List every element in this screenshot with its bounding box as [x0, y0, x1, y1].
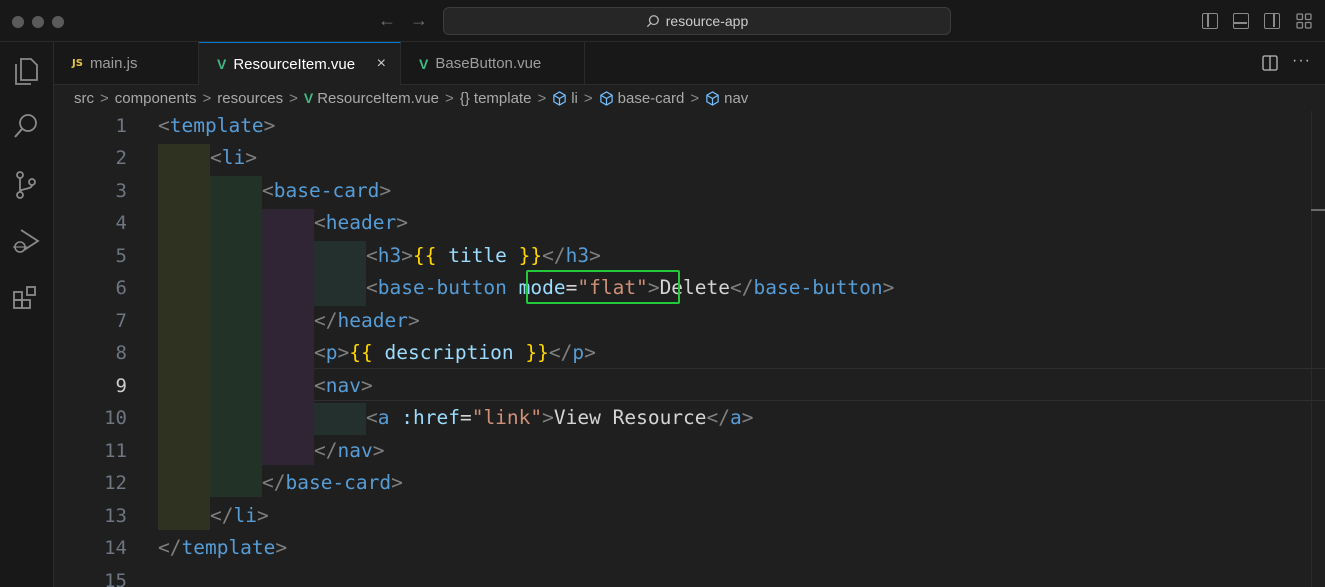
code-line: <li>: [210, 146, 257, 169]
breadcrumb-item-base-card[interactable]: base-card: [599, 89, 685, 107]
line-number: 10: [104, 407, 127, 429]
run-debug-icon[interactable]: [10, 225, 42, 257]
code-line: <template>: [158, 114, 276, 137]
tab-main-js[interactable]: JS main.js: [54, 42, 199, 85]
activity-bar: [0, 42, 54, 587]
close-tab-icon[interactable]: ×: [377, 55, 386, 73]
symbol-element-icon: [599, 90, 613, 106]
indent-guide-level-1: [158, 144, 210, 530]
breadcrumb-separator: >: [289, 89, 298, 107]
code-line: <header>: [314, 211, 408, 234]
line-number: 14: [104, 537, 127, 559]
line-number: 15: [104, 570, 127, 587]
editor-tab-bar: JS main.js V ResourceItem.vue × V BaseBu…: [54, 42, 1325, 85]
breadcrumb-item-file[interactable]: V ResourceItem.vue: [304, 90, 439, 107]
line-number: 6: [115, 277, 127, 299]
indent-guide-level-4: [314, 403, 366, 435]
vue-file-icon: V: [303, 90, 314, 106]
breadcrumb-separator: >: [583, 89, 593, 107]
line-number: 4: [115, 212, 127, 234]
line-number: 7: [115, 310, 127, 332]
indent-guide-level-2: [210, 176, 262, 497]
search-icon: [646, 15, 659, 28]
files-icon[interactable]: [10, 54, 42, 86]
source-control-icon[interactable]: [10, 169, 42, 201]
line-number: 1: [115, 115, 127, 137]
toggle-sidebar-icon[interactable]: [1202, 13, 1218, 29]
code-line: <base-card>: [262, 179, 392, 202]
breadcrumb-item-template[interactable]: {} template: [460, 90, 532, 107]
breadcrumb-item-components[interactable]: components: [115, 90, 197, 107]
title-bar: ← → resource-app: [0, 0, 1325, 42]
command-center-text: resource-app: [665, 13, 749, 29]
breadcrumb-separator: >: [537, 89, 547, 107]
tab-resourceitem-vue[interactable]: V ResourceItem.vue ×: [199, 42, 401, 85]
close-window-button[interactable]: [12, 16, 24, 28]
breadcrumb-item-src[interactable]: src: [74, 90, 94, 107]
search-icon[interactable]: [10, 110, 42, 142]
indent-guide-level-4: [314, 241, 366, 306]
breadcrumb-separator: >: [690, 89, 700, 107]
code-line: <a :href="link">View Resource</a>: [366, 406, 754, 429]
vertical-scrollbar[interactable]: [1311, 111, 1325, 587]
breadcrumb-li-label: li: [571, 89, 578, 107]
tab-label: ResourceItem.vue: [233, 55, 356, 73]
zoom-window-button[interactable]: [52, 16, 64, 28]
split-editor-icon[interactable]: [1262, 55, 1278, 71]
line-number: 8: [115, 342, 127, 364]
code-line: </li>: [210, 504, 269, 527]
code-line: <h3>{{ title }}</h3>: [366, 244, 601, 267]
forward-arrow-icon[interactable]: →: [410, 10, 428, 31]
vue-file-icon: V: [217, 56, 227, 72]
breadcrumb-separator: >: [444, 89, 454, 107]
line-number: 11: [104, 440, 127, 462]
line-number-current: 9: [115, 375, 127, 397]
attribute-highlight-box: [526, 270, 680, 304]
tab-basebutton-vue[interactable]: V BaseButton.vue: [401, 42, 585, 85]
breadcrumb-item-li[interactable]: li: [552, 90, 578, 107]
javascript-file-icon: JS: [72, 58, 83, 69]
scrollbar-marker: [1311, 209, 1325, 211]
breadcrumb-nav-label: nav: [724, 89, 749, 107]
breadcrumb-item-nav[interactable]: nav: [705, 90, 748, 107]
line-number: 5: [115, 245, 127, 267]
symbol-element-icon: [553, 90, 566, 106]
line-number-gutter: 1 2 3 4 5 6 7 8 9 10 11 12 13 14 15: [54, 111, 144, 587]
code-line: </template>: [158, 536, 288, 559]
minimize-window-button[interactable]: [32, 16, 44, 28]
breadcrumb-separator: >: [202, 89, 212, 107]
code-line: </base-card>: [262, 471, 403, 494]
symbol-element-icon: [706, 90, 719, 106]
line-number: 12: [104, 472, 127, 494]
line-number: 3: [115, 180, 127, 202]
breadcrumb-base-card-label: base-card: [617, 89, 685, 107]
code-line-current: <nav>: [314, 374, 373, 397]
tab-label: BaseButton.vue: [435, 55, 542, 72]
toggle-panel-icon[interactable]: [1233, 13, 1249, 29]
command-center-search[interactable]: resource-app: [443, 7, 951, 35]
code-area[interactable]: <template> <li> <base-card> <header> <h3…: [158, 111, 1318, 587]
line-number: 13: [104, 505, 127, 527]
code-line: </nav>: [314, 439, 385, 462]
code-editor[interactable]: 1 2 3 4 5 6 7 8 9 10 11 12 13 14 15 <tem…: [54, 111, 1325, 587]
breadcrumb-item-resources[interactable]: resources: [217, 90, 283, 107]
breadcrumb-file-label: ResourceItem.vue: [317, 89, 439, 107]
line-number: 2: [115, 147, 127, 169]
code-line: <p>{{ description }}</p>: [314, 341, 596, 364]
more-actions-icon[interactable]: ···: [1292, 52, 1311, 70]
code-line: </header>: [314, 309, 420, 332]
customize-layout-icon[interactable]: [1296, 13, 1312, 29]
toggle-secondary-sidebar-icon[interactable]: [1264, 13, 1280, 29]
tab-label: main.js: [89, 55, 138, 72]
vue-file-icon: V: [419, 55, 429, 72]
breadcrumb-separator: >: [100, 89, 109, 107]
back-arrow-icon[interactable]: ←: [378, 10, 396, 31]
indent-guide-level-3: [262, 209, 314, 465]
breadcrumb: src > components > resources > V Resource…: [54, 85, 1325, 111]
extensions-icon[interactable]: [10, 282, 42, 314]
